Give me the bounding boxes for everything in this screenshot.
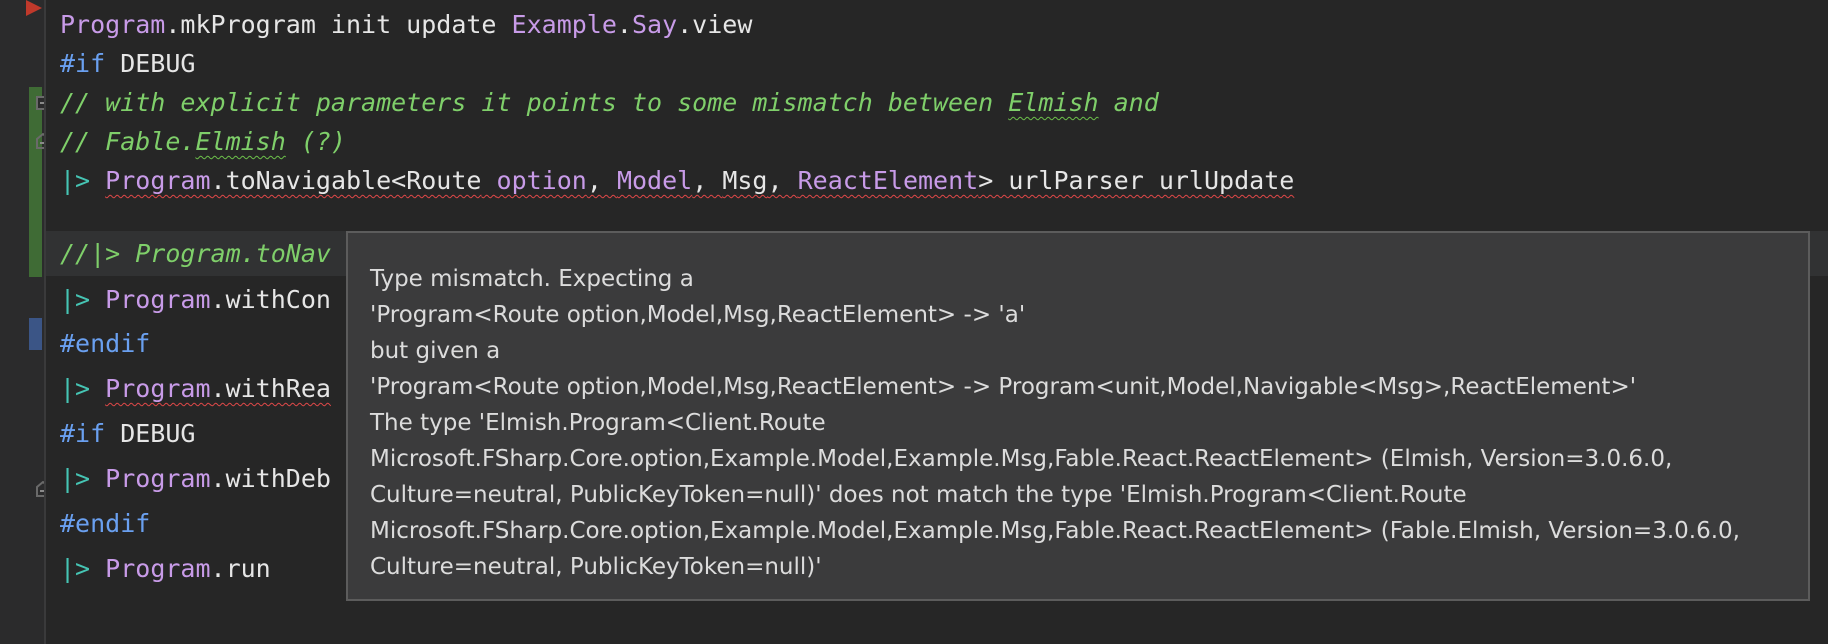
- code-token: #endif: [60, 329, 151, 358]
- code-line[interactable]: //|> Program.toNav: [60, 231, 331, 276]
- tooltip-line: 'Program<Route option,Model,Msg,ReactEle…: [370, 302, 1026, 328]
- code-token: #if: [60, 49, 106, 78]
- code-token: .view: [677, 10, 753, 39]
- editor-gutter[interactable]: [0, 0, 50, 644]
- typo-word[interactable]: Elmish: [1008, 88, 1098, 117]
- tooltip-line: Culture=neutral, PublicKeyToken=null)': [370, 554, 822, 580]
- typo-word[interactable]: Elmish: [195, 127, 285, 156]
- code-token: Msg: [722, 166, 768, 195]
- code-token: Program: [105, 464, 211, 493]
- change-marker-added[interactable]: [29, 87, 42, 277]
- code-line[interactable]: #endif: [60, 321, 150, 366]
- code-token: ,: [586, 166, 617, 195]
- code-token: .withCon: [210, 285, 331, 314]
- tooltip-line: Type mismatch. Expecting a: [370, 266, 694, 292]
- code-token: Program: [105, 285, 211, 314]
- code-token: #endif: [60, 509, 151, 538]
- code-token: .toNavigable<: [210, 166, 407, 195]
- error-tooltip[interactable]: Type mismatch. Expecting a 'Program<Rout…: [346, 231, 1810, 601]
- code-line[interactable]: #if DEBUG: [60, 411, 195, 456]
- code-token: option: [496, 166, 587, 195]
- code-token: ,: [767, 166, 798, 195]
- comment-text: (?): [285, 127, 346, 156]
- tooltip-line: Culture=neutral, PublicKeyToken=null)' d…: [370, 482, 1467, 508]
- pipe-operator: |>: [60, 464, 91, 493]
- code-token: Program: [60, 10, 166, 39]
- comment-text: // Fable.: [60, 127, 196, 156]
- code-token: > urlParser urlUpdate: [978, 166, 1295, 195]
- tooltip-line: 'Program<Route option,Model,Msg,ReactEle…: [370, 374, 1637, 400]
- code-token: DEBUG: [105, 419, 196, 448]
- comment-text: //|> Program.toNav: [60, 239, 331, 268]
- code-token: .withRea: [210, 374, 331, 403]
- code-token: Example: [511, 10, 617, 39]
- code-token: Model: [616, 166, 693, 195]
- code-token: Program: [105, 374, 211, 403]
- pipe-operator: |>: [60, 166, 91, 195]
- code-line[interactable]: |> Program.run: [60, 546, 271, 591]
- code-line[interactable]: |> Program.withRea: [60, 366, 331, 411]
- code-token: .mkProgram init update: [165, 10, 512, 39]
- code-token: .: [616, 10, 632, 39]
- code-token: Program: [105, 554, 211, 583]
- change-marker-modified[interactable]: [29, 318, 42, 350]
- comment-text: // with explicit parameters it points to…: [60, 88, 1009, 117]
- code-line[interactable]: |> Program.withDeb: [60, 456, 331, 501]
- pipe-operator: |>: [60, 374, 91, 403]
- tooltip-line: The type 'Elmish.Program<Client.Route: [370, 410, 826, 436]
- code-line-error[interactable]: |> Program.toNavigable<Route option, Mod…: [60, 158, 1294, 203]
- code-token: Say: [631, 10, 678, 39]
- code-token: .run: [210, 554, 271, 583]
- code-token: Program: [105, 166, 211, 195]
- pipe-operator: |>: [60, 285, 91, 314]
- code-token: DEBUG: [105, 49, 196, 78]
- code-token: ReactElement: [797, 166, 979, 195]
- tooltip-line: Microsoft.FSharp.Core.option,Example.Mod…: [370, 446, 1673, 472]
- code-token: ,: [692, 166, 723, 195]
- code-line[interactable]: |> Program.withCon: [60, 277, 331, 322]
- tooltip-line: Microsoft.FSharp.Core.option,Example.Mod…: [370, 518, 1740, 544]
- code-token: #if: [60, 419, 106, 448]
- comment-text: and: [1098, 88, 1159, 117]
- breakpoint-marker-icon[interactable]: [26, 0, 42, 16]
- tooltip-line: but given a: [370, 338, 501, 364]
- code-token: Route: [406, 166, 482, 195]
- pipe-operator: |>: [60, 554, 91, 583]
- code-token: .withDeb: [210, 464, 331, 493]
- code-line[interactable]: #endif: [60, 501, 150, 546]
